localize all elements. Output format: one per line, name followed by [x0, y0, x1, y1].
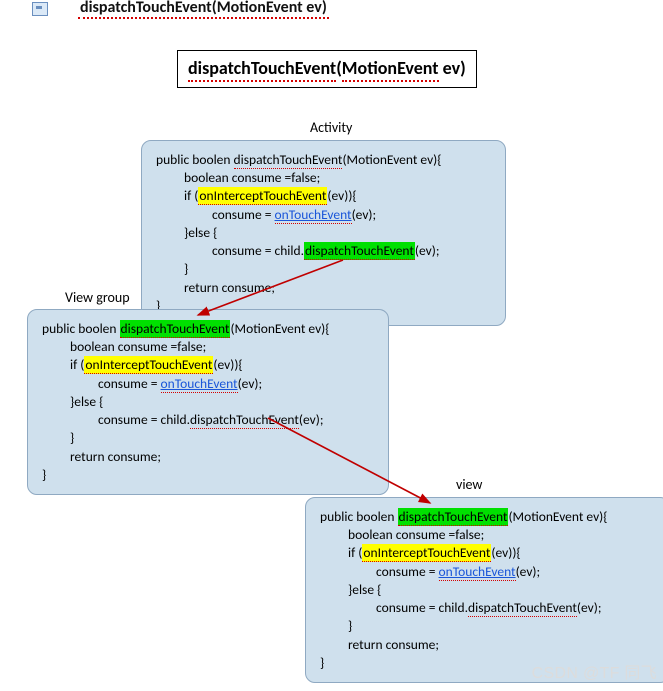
code-line: }	[42, 466, 374, 484]
code-line: boolean consume =false;	[42, 338, 374, 356]
code-line: consume = onTouchEvent(ev);	[42, 375, 374, 393]
code-line: if (onInterceptTouchEvent(ev)){	[42, 356, 374, 374]
code-line: boolean consume =false;	[320, 526, 655, 544]
code-line: boolean consume =false;	[156, 169, 491, 187]
title-box: dispatchTouchEvent(MotionEvent ev)	[177, 50, 477, 88]
title-text: dispatchTouchEvent(MotionEvent ev)	[188, 57, 466, 82]
code-line: consume = child.dispatchTouchEvent(ev);	[156, 242, 491, 260]
code-line: public boolen dispatchTouchEvent(MotionE…	[42, 320, 374, 338]
code-line: }	[320, 617, 655, 635]
label-activity: Activity	[310, 119, 352, 136]
slide-heading: dispatchTouchEvent(MotionEvent ev)	[32, 0, 329, 18]
code-line: public boolen dispatchTouchEvent(MotionE…	[156, 151, 491, 169]
code-line: consume = onTouchEvent(ev);	[320, 563, 655, 581]
code-line: if (onInterceptTouchEvent(ev)){	[320, 544, 655, 562]
code-line: if (onInterceptTouchEvent(ev)){	[156, 187, 491, 205]
code-line: return consume;	[320, 636, 655, 654]
code-line: consume = child.dispatchTouchEvent(ev);	[320, 599, 655, 617]
code-line: }	[42, 429, 374, 447]
code-line: return consume;	[156, 279, 491, 297]
code-box-activity: public boolen dispatchTouchEvent(MotionE…	[141, 140, 506, 326]
label-viewgroup: View group	[65, 289, 130, 306]
code-box-viewgroup: public boolen dispatchTouchEvent(MotionE…	[27, 309, 389, 495]
code-line: }	[156, 260, 491, 278]
code-line: }else {	[156, 224, 491, 242]
code-box-view: public boolen dispatchTouchEvent(MotionE…	[305, 497, 663, 683]
slide-icon	[32, 2, 48, 16]
code-line: return consume;	[42, 448, 374, 466]
watermark: CSDN @TF 同飞	[532, 659, 657, 683]
code-line: public boolen dispatchTouchEvent(MotionE…	[320, 508, 655, 526]
code-line: }else {	[320, 581, 655, 599]
code-line: consume = child.dispatchTouchEvent(ev);	[42, 411, 374, 429]
heading-text: dispatchTouchEvent(MotionEvent ev)	[78, 0, 329, 19]
code-line: }else {	[42, 393, 374, 411]
code-line: consume = onTouchEvent(ev);	[156, 206, 491, 224]
label-view: view	[456, 476, 482, 493]
